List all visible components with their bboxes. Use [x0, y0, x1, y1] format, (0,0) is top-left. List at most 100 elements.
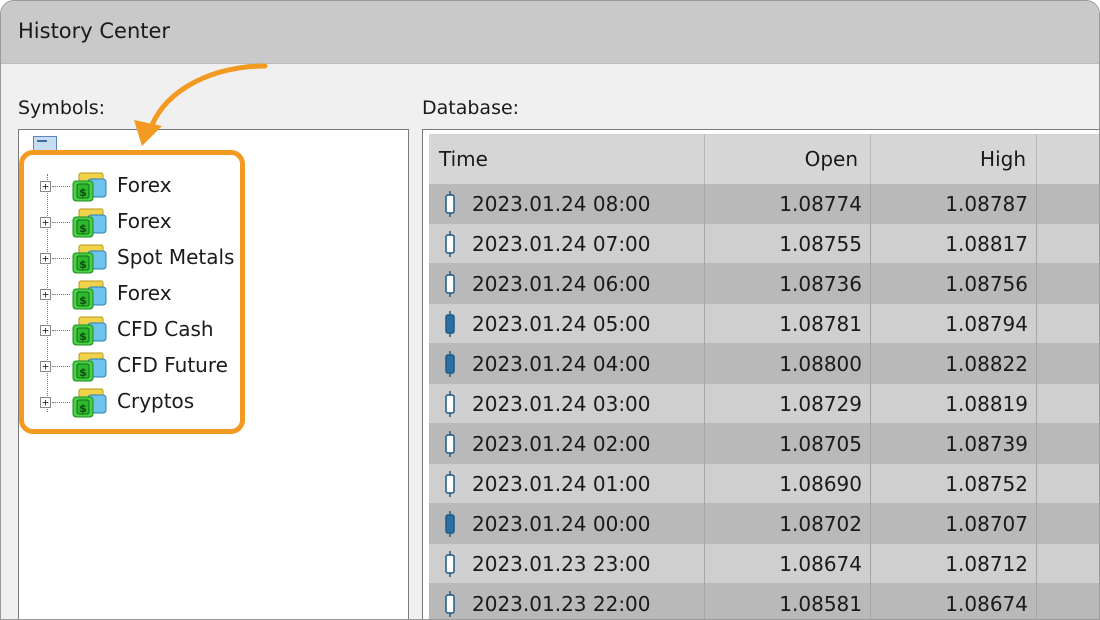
database-grid[interactable]: Time Open High 2023.01.24 08:00 1.08774 1.…: [422, 129, 1099, 619]
table-row[interactable]: 2023.01.24 01:00 1.08690 1.08752: [429, 464, 1099, 504]
symbol-group-item[interactable]: + $ Spot Metals: [19, 244, 319, 274]
cell-high: 1.08707: [871, 504, 1037, 544]
column-header-high[interactable]: High: [871, 134, 1037, 184]
cell-next: [1037, 264, 1099, 304]
cell-next: [1037, 184, 1099, 224]
cell-next: [1037, 424, 1099, 464]
symbols-tree[interactable]: + $ Forex + $ Forex + $ Spot Metals + $ Forex + $ CFD …: [18, 129, 409, 619]
cell-open: 1.08781: [705, 304, 871, 344]
tree-branch-line: [52, 186, 70, 187]
grid-header: Time Open High: [429, 134, 1099, 185]
cell-next: [1037, 544, 1099, 584]
symbol-group-item[interactable]: + $ Forex: [19, 172, 319, 202]
symbol-group-item[interactable]: + $ CFD Cash: [19, 316, 319, 346]
time-value: 2023.01.23 22:00: [472, 592, 651, 616]
cell-open: 1.08702: [705, 504, 871, 544]
cell-open: 1.08705: [705, 424, 871, 464]
expand-icon[interactable]: +: [40, 361, 51, 372]
time-value: 2023.01.24 04:00: [472, 352, 651, 376]
candle-icon: [445, 431, 455, 457]
symbol-group-label: Forex: [117, 173, 172, 197]
candle-icon: [445, 471, 455, 497]
table-row[interactable]: 2023.01.24 03:00 1.08729 1.08819: [429, 384, 1099, 424]
cell-time: 2023.01.23 23:00: [429, 544, 705, 584]
cell-time: 2023.01.23 22:00: [429, 584, 705, 619]
cell-high: 1.08712: [871, 544, 1037, 584]
candle-icon: [445, 191, 455, 217]
symbol-group-item[interactable]: + $ Forex: [19, 208, 319, 238]
candle-icon: [445, 511, 455, 537]
candle-icon: [445, 391, 455, 417]
expand-icon[interactable]: +: [40, 253, 51, 264]
cell-time: 2023.01.24 00:00: [429, 504, 705, 544]
tree-branch-line: [52, 330, 70, 331]
time-value: 2023.01.24 01:00: [472, 472, 651, 496]
table-row[interactable]: 2023.01.24 00:00 1.08702 1.08707: [429, 504, 1099, 544]
symbol-group-label: Forex: [117, 209, 172, 233]
expand-icon[interactable]: +: [40, 217, 51, 228]
candle-icon: [445, 351, 455, 377]
symbol-group-label: CFD Cash: [117, 317, 214, 341]
table-row[interactable]: 2023.01.24 05:00 1.08781 1.08794: [429, 304, 1099, 344]
column-header-open[interactable]: Open: [705, 134, 871, 184]
table-row[interactable]: 2023.01.24 04:00 1.08800 1.08822: [429, 344, 1099, 384]
candle-icon: [445, 231, 455, 257]
time-value: 2023.01.24 00:00: [472, 512, 651, 536]
cell-high: 1.08787: [871, 184, 1037, 224]
cell-next: [1037, 504, 1099, 544]
time-value: 2023.01.24 03:00: [472, 392, 651, 416]
svg-text:$: $: [79, 258, 87, 271]
cell-next: [1037, 304, 1099, 344]
symbol-group-item[interactable]: + $ Cryptos: [19, 388, 319, 418]
svg-text:$: $: [79, 402, 87, 415]
tree-branch-line: [52, 258, 70, 259]
tree-branch-line: [52, 402, 70, 403]
cell-time: 2023.01.24 05:00: [429, 304, 705, 344]
cell-high: 1.08756: [871, 264, 1037, 304]
table-row[interactable]: 2023.01.23 22:00 1.08581 1.08674: [429, 584, 1099, 619]
table-row[interactable]: 2023.01.24 07:00 1.08755 1.08817: [429, 224, 1099, 264]
time-value: 2023.01.24 08:00: [472, 192, 651, 216]
column-header-next[interactable]: [1037, 134, 1099, 184]
time-value: 2023.01.23 23:00: [472, 552, 651, 576]
cell-next: [1037, 384, 1099, 424]
cell-open: 1.08800: [705, 344, 871, 384]
expand-icon[interactable]: +: [40, 181, 51, 192]
cell-open: 1.08581: [705, 584, 871, 619]
tree-branch-line: [52, 222, 70, 223]
cell-open: 1.08774: [705, 184, 871, 224]
cell-next: [1037, 224, 1099, 264]
table-row[interactable]: 2023.01.23 23:00 1.08674 1.08712: [429, 544, 1099, 584]
expand-icon[interactable]: +: [40, 289, 51, 300]
candle-icon: [445, 271, 455, 297]
root-icon: [33, 136, 57, 154]
symbol-group-label: CFD Future: [117, 353, 228, 377]
symbol-group-item[interactable]: + $ CFD Future: [19, 352, 319, 382]
folder-dollar-icon: $: [72, 208, 107, 238]
table-row[interactable]: 2023.01.24 02:00 1.08705 1.08739: [429, 424, 1099, 464]
cell-high: 1.08739: [871, 424, 1037, 464]
cell-time: 2023.01.24 02:00: [429, 424, 705, 464]
folder-dollar-icon: $: [72, 316, 107, 346]
cell-high: 1.08819: [871, 384, 1037, 424]
expand-icon[interactable]: +: [40, 325, 51, 336]
cell-high: 1.08822: [871, 344, 1037, 384]
table-row[interactable]: 2023.01.24 08:00 1.08774 1.08787: [429, 184, 1099, 224]
cell-next: [1037, 464, 1099, 504]
folder-dollar-icon: $: [72, 280, 107, 310]
folder-dollar-icon: $: [72, 352, 107, 382]
svg-text:$: $: [79, 330, 87, 343]
cell-next: [1037, 344, 1099, 384]
pointer-arrow-icon: [134, 63, 268, 146]
table-row[interactable]: 2023.01.24 06:00 1.08736 1.08756: [429, 264, 1099, 304]
cell-open: 1.08736: [705, 264, 871, 304]
symbol-group-item[interactable]: + $ Forex: [19, 280, 319, 310]
title-bar[interactable]: History Center: [1, 1, 1099, 64]
tree-branch-line: [52, 294, 70, 295]
cell-next: [1037, 584, 1099, 619]
column-header-time[interactable]: Time: [429, 134, 705, 184]
cell-time: 2023.01.24 01:00: [429, 464, 705, 504]
folder-dollar-icon: $: [72, 244, 107, 274]
expand-icon[interactable]: +: [40, 397, 51, 408]
folder-dollar-icon: $: [72, 172, 107, 202]
